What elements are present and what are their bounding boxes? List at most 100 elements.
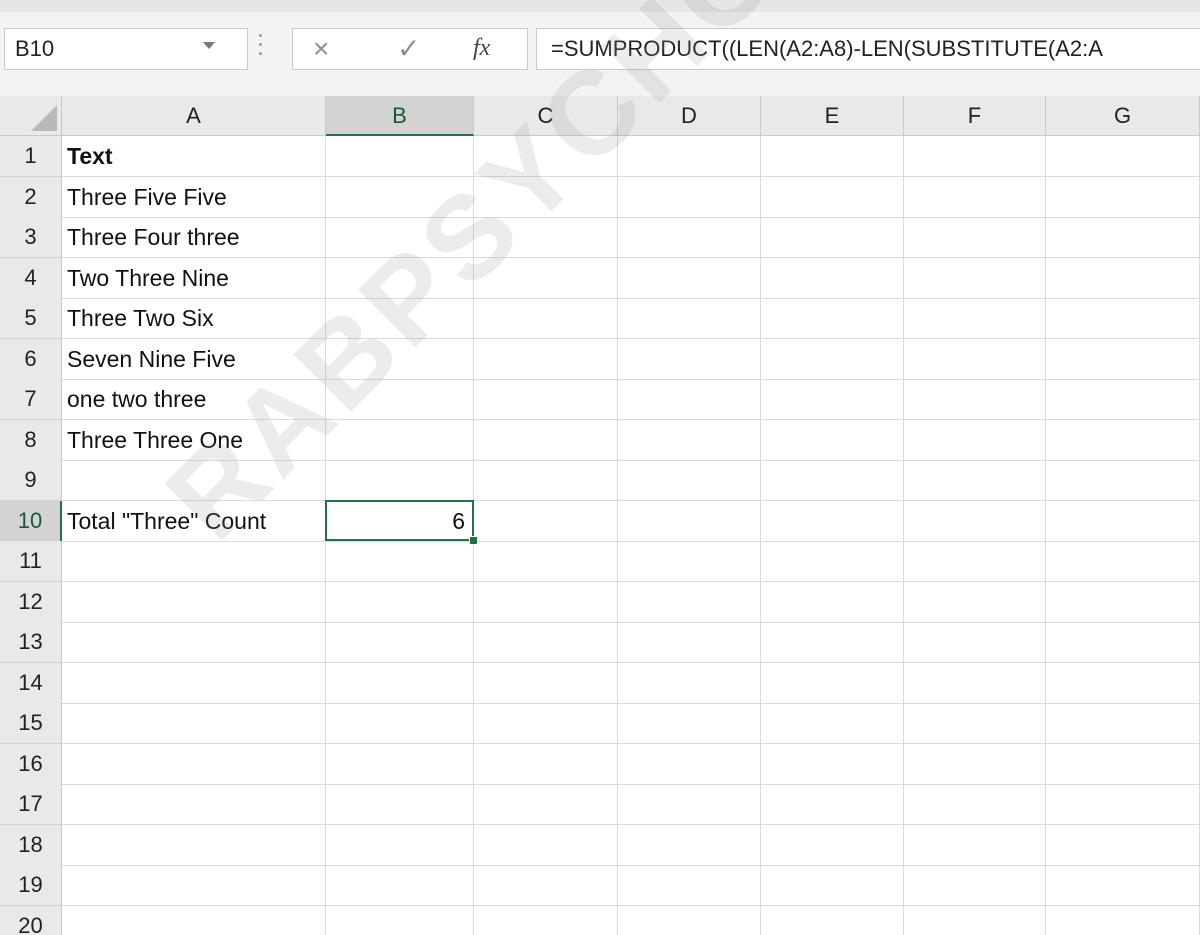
cell-d17[interactable] — [618, 784, 761, 825]
cell-e10[interactable] — [761, 500, 904, 542]
cell-e12[interactable] — [761, 581, 904, 623]
cell-a4[interactable]: Two Three Nine — [62, 257, 326, 299]
cell-b4[interactable] — [326, 257, 474, 299]
cell-f4[interactable] — [904, 257, 1046, 299]
cell-b8[interactable] — [326, 419, 474, 461]
cell-b2[interactable] — [326, 176, 474, 218]
cell-c6[interactable] — [474, 338, 618, 380]
cell-c17[interactable] — [474, 784, 618, 825]
cell-d19[interactable] — [618, 865, 761, 906]
cell-g12[interactable] — [1046, 581, 1200, 623]
cell-c3[interactable] — [474, 217, 618, 258]
cell-d10[interactable] — [618, 500, 761, 542]
cell-g14[interactable] — [1046, 662, 1200, 704]
cell-a19[interactable] — [62, 865, 326, 906]
row-header[interactable]: 20 — [0, 905, 62, 935]
cell-g13[interactable] — [1046, 622, 1200, 663]
cell-g3[interactable] — [1046, 217, 1200, 258]
cell-b5[interactable] — [326, 298, 474, 339]
row-header[interactable]: 6 — [0, 338, 62, 380]
cell-b13[interactable] — [326, 622, 474, 663]
row-header[interactable]: 13 — [0, 622, 62, 663]
cell-e5[interactable] — [761, 298, 904, 339]
cell-g18[interactable] — [1046, 824, 1200, 866]
cell-a20[interactable] — [62, 905, 326, 935]
cell-g20[interactable] — [1046, 905, 1200, 935]
cell-g11[interactable] — [1046, 541, 1200, 582]
cell-c2[interactable] — [474, 176, 618, 218]
cell-c5[interactable] — [474, 298, 618, 339]
column-header-e[interactable]: E — [761, 96, 904, 136]
cell-g17[interactable] — [1046, 784, 1200, 825]
cell-c12[interactable] — [474, 581, 618, 623]
cell-d14[interactable] — [618, 662, 761, 704]
cell-d9[interactable] — [618, 460, 761, 501]
cell-a2[interactable]: Three Five Five — [62, 176, 326, 218]
cell-f9[interactable] — [904, 460, 1046, 501]
cell-d1[interactable] — [618, 136, 761, 177]
cell-e15[interactable] — [761, 703, 904, 744]
cell-c16[interactable] — [474, 743, 618, 785]
cell-d11[interactable] — [618, 541, 761, 582]
cell-c18[interactable] — [474, 824, 618, 866]
cell-g10[interactable] — [1046, 500, 1200, 542]
cell-d8[interactable] — [618, 419, 761, 461]
column-header-d[interactable]: D — [618, 96, 761, 136]
cell-e4[interactable] — [761, 257, 904, 299]
cell-a18[interactable] — [62, 824, 326, 866]
cell-e8[interactable] — [761, 419, 904, 461]
cell-c20[interactable] — [474, 905, 618, 935]
cell-e13[interactable] — [761, 622, 904, 663]
cell-a7[interactable]: one two three — [62, 379, 326, 420]
cell-d3[interactable] — [618, 217, 761, 258]
cell-b3[interactable] — [326, 217, 474, 258]
cell-a15[interactable] — [62, 703, 326, 744]
column-header-g[interactable]: G — [1046, 96, 1200, 136]
cell-c14[interactable] — [474, 662, 618, 704]
cell-f13[interactable] — [904, 622, 1046, 663]
row-header[interactable]: 12 — [0, 581, 62, 623]
cell-g16[interactable] — [1046, 743, 1200, 785]
cell-a13[interactable] — [62, 622, 326, 663]
cell-d7[interactable] — [618, 379, 761, 420]
row-header[interactable]: 5 — [0, 298, 62, 339]
cell-b11[interactable] — [326, 541, 474, 582]
cell-d6[interactable] — [618, 338, 761, 380]
cell-a8[interactable]: Three Three One — [62, 419, 326, 461]
cell-d13[interactable] — [618, 622, 761, 663]
cell-c13[interactable] — [474, 622, 618, 663]
cell-b12[interactable] — [326, 581, 474, 623]
cell-e9[interactable] — [761, 460, 904, 501]
row-header[interactable]: 1 — [0, 136, 62, 177]
cell-a10[interactable]: Total "Three" Count — [62, 500, 326, 542]
cell-e18[interactable] — [761, 824, 904, 866]
cell-f20[interactable] — [904, 905, 1046, 935]
cell-b9[interactable] — [326, 460, 474, 501]
cell-c8[interactable] — [474, 419, 618, 461]
cell-d12[interactable] — [618, 581, 761, 623]
cell-b7[interactable] — [326, 379, 474, 420]
cell-f8[interactable] — [904, 419, 1046, 461]
cell-c1[interactable] — [474, 136, 618, 177]
cell-d20[interactable] — [618, 905, 761, 935]
cell-g5[interactable] — [1046, 298, 1200, 339]
cell-g1[interactable] — [1046, 136, 1200, 177]
row-header[interactable]: 17 — [0, 784, 62, 825]
cell-e2[interactable] — [761, 176, 904, 218]
row-header[interactable]: 18 — [0, 824, 62, 866]
cell-b10[interactable]: 6 — [326, 500, 474, 542]
cell-a3[interactable]: Three Four three — [62, 217, 326, 258]
cell-d18[interactable] — [618, 824, 761, 866]
cell-b19[interactable] — [326, 865, 474, 906]
cell-c19[interactable] — [474, 865, 618, 906]
cell-a17[interactable] — [62, 784, 326, 825]
column-header-b[interactable]: B — [326, 96, 474, 136]
cell-d4[interactable] — [618, 257, 761, 299]
cell-f7[interactable] — [904, 379, 1046, 420]
cell-f10[interactable] — [904, 500, 1046, 542]
cell-a16[interactable] — [62, 743, 326, 785]
select-all-button[interactable] — [0, 96, 62, 136]
cell-e19[interactable] — [761, 865, 904, 906]
formula-input[interactable]: =SUMPRODUCT((LEN(A2:A8)-LEN(SUBSTITUTE(A… — [536, 28, 1200, 70]
cell-g2[interactable] — [1046, 176, 1200, 218]
